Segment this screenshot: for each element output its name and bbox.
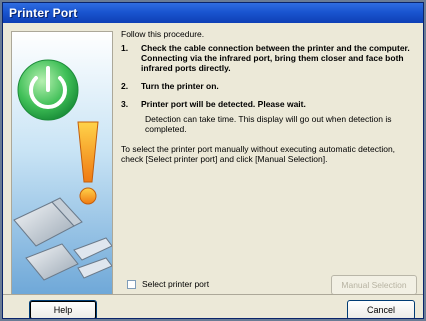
select-printer-port-label[interactable]: Select printer port xyxy=(142,279,209,289)
title-bar[interactable]: Printer Port xyxy=(3,3,423,23)
step-text: Printer port will be detected. Please wa… xyxy=(141,99,306,109)
step-text: Turn the printer on. xyxy=(141,81,219,91)
power-icon xyxy=(17,59,79,121)
step-3: 3. Printer port will be detected. Please… xyxy=(121,99,417,109)
step-number: 1. xyxy=(121,43,129,53)
select-printer-port-row[interactable]: Select printer port xyxy=(127,279,209,289)
help-button[interactable]: Help xyxy=(29,300,97,318)
select-printer-port-checkbox[interactable] xyxy=(127,279,136,289)
step-number: 2. xyxy=(121,81,129,91)
step-2: 2. Turn the printer on. xyxy=(121,81,417,91)
step-text: Check the cable connection between the p… xyxy=(141,43,410,73)
dialog-client: Follow this procedure. 1. Check the cabl… xyxy=(3,23,423,318)
instructions: Follow this procedure. 1. Check the cabl… xyxy=(121,29,417,164)
button-bar: Help Cancel xyxy=(3,294,423,318)
cancel-button[interactable]: Cancel xyxy=(347,300,415,318)
manual-selection-button[interactable]: Manual Selection xyxy=(331,275,417,295)
step-1: 1. Check the cable connection between th… xyxy=(121,43,417,73)
manual-selection-hint: To select the printer port manually with… xyxy=(121,144,396,164)
detection-note: Detection can take time. This display wi… xyxy=(145,114,392,134)
step-number: 3. xyxy=(121,99,129,109)
intro-text: Follow this procedure. xyxy=(121,29,205,39)
printer-port-dialog: Printer Port Follow this procedure. 1. C… xyxy=(2,2,424,319)
illustration-panel xyxy=(11,31,113,295)
printer-connection-illustration xyxy=(12,32,112,294)
window-title: Printer Port xyxy=(9,6,78,20)
